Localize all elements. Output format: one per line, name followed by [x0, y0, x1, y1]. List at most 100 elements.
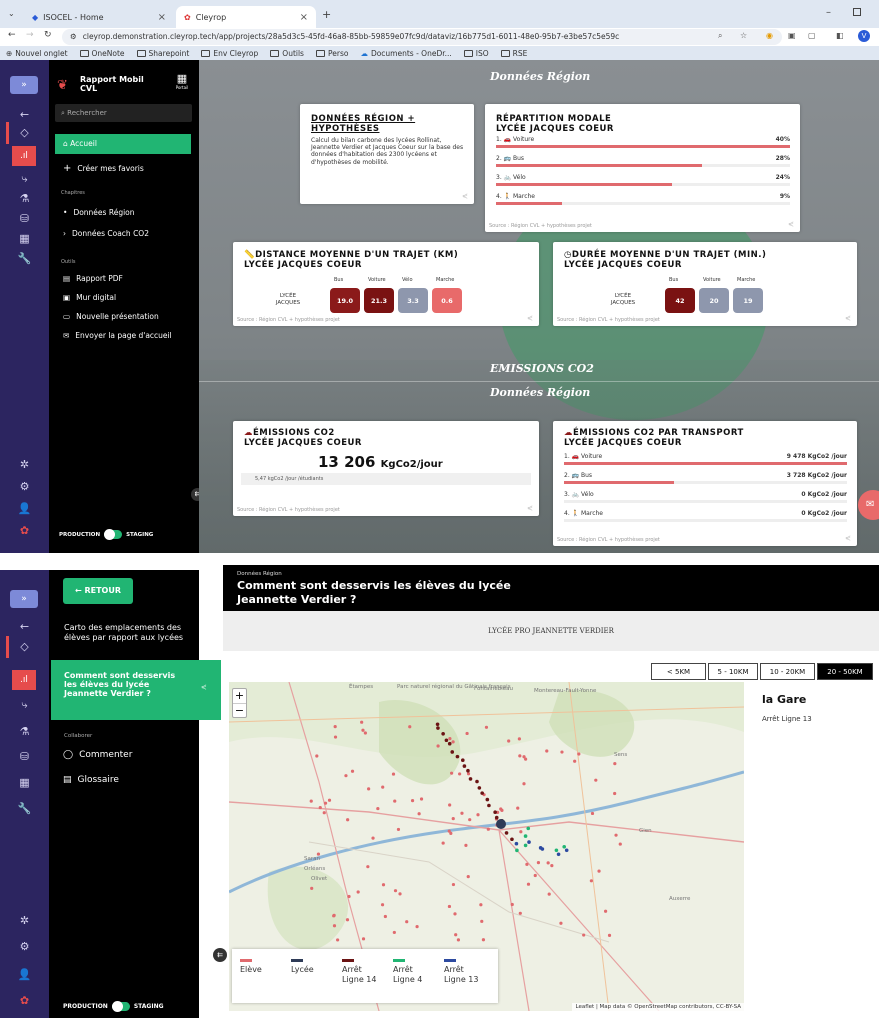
student-point[interactable]	[361, 728, 365, 732]
grid-icon[interactable]: ▦	[0, 776, 49, 789]
browser-tab-cleyrop[interactable]: ✿ Cleyrop ×	[176, 6, 316, 28]
student-point[interactable]	[536, 861, 541, 865]
student-point[interactable]	[361, 937, 366, 941]
menu-favoris[interactable]: + Créer mes favoris	[63, 163, 144, 174]
student-point[interactable]	[507, 739, 511, 743]
student-point[interactable]	[405, 920, 409, 924]
share-icon[interactable]: ⋞	[527, 314, 533, 322]
student-point[interactable]	[323, 801, 328, 805]
student-point[interactable]	[398, 892, 402, 896]
share-icon[interactable]: ⋞	[527, 504, 533, 512]
student-point[interactable]	[456, 938, 461, 942]
student-point[interactable]	[448, 736, 452, 741]
stop-ligne14-point[interactable]	[447, 741, 452, 746]
student-point[interactable]	[524, 757, 528, 761]
student-point[interactable]	[499, 807, 503, 811]
student-point[interactable]	[510, 902, 514, 907]
student-point[interactable]	[393, 889, 398, 893]
student-point[interactable]	[454, 933, 458, 937]
stop-ligne14-point[interactable]	[468, 777, 473, 781]
stop-ligne13-point[interactable]	[527, 840, 531, 844]
nav-active-item[interactable]: Comment sont desservis les élèves du lyc…	[51, 660, 221, 720]
stop-ligne14-point[interactable]	[455, 754, 460, 759]
stop-ligne14-point[interactable]	[436, 726, 440, 730]
student-point[interactable]	[380, 903, 385, 907]
student-point[interactable]	[322, 811, 326, 815]
tool-rapport-pdf[interactable]: ▤ Rapport PDF	[63, 274, 123, 283]
bug-icon[interactable]: ✲	[0, 458, 49, 471]
stop-ligne4-point[interactable]	[562, 844, 567, 849]
student-point[interactable]	[589, 879, 593, 883]
bookmark-item[interactable]: Outils	[270, 49, 304, 58]
student-point[interactable]	[336, 938, 340, 942]
share-icon[interactable]: ⋞	[201, 683, 207, 691]
settings-icon[interactable]: ⚙	[0, 940, 49, 953]
student-point[interactable]	[310, 886, 314, 890]
student-point[interactable]	[415, 925, 419, 929]
zoom-out-button[interactable]: −	[233, 704, 246, 718]
stop-ligne14-point[interactable]	[485, 797, 490, 802]
sidebar-icon[interactable]: ◧	[836, 31, 844, 40]
student-point[interactable]	[451, 817, 455, 821]
profile-avatar[interactable]: V	[858, 30, 870, 42]
stop-ligne14-point[interactable]	[504, 831, 509, 835]
downloads-icon[interactable]: ▢	[808, 31, 816, 40]
stop-ligne13-point[interactable]	[564, 848, 569, 853]
flask-icon[interactable]: ⚗	[0, 725, 49, 738]
close-tab-icon[interactable]: ×	[158, 12, 166, 23]
student-point[interactable]	[453, 912, 457, 916]
student-point[interactable]	[590, 811, 595, 816]
zoom-in-button[interactable]: +	[233, 689, 246, 704]
back-arrow-icon[interactable]: ←	[0, 620, 49, 633]
new-tab-icon[interactable]: +	[322, 8, 331, 21]
chart-icon[interactable]: .ıl	[12, 146, 36, 166]
stop-ligne4-point[interactable]	[523, 843, 528, 848]
student-point[interactable]	[465, 731, 469, 736]
student-point[interactable]	[516, 806, 520, 810]
student-point[interactable]	[547, 892, 551, 896]
student-point[interactable]	[517, 737, 521, 741]
stop-ligne4-point[interactable]	[515, 848, 519, 853]
stop-ligne14-point[interactable]	[493, 810, 497, 814]
database-icon[interactable]: ⛁	[0, 750, 49, 763]
student-point[interactable]	[392, 930, 396, 935]
student-point[interactable]	[450, 771, 454, 775]
student-point[interactable]	[391, 772, 396, 776]
extension-icon[interactable]: ◉	[766, 31, 773, 40]
stop-ligne14-point[interactable]	[450, 750, 455, 754]
distance-tab[interactable]: 20 - 50KM	[817, 663, 873, 680]
portail-button[interactable]: ▦ Portail	[173, 72, 191, 90]
bookmark-item[interactable]: Env Cleyrop	[201, 49, 258, 58]
bookmark-item[interactable]: OneNote	[79, 49, 125, 58]
student-point[interactable]	[486, 827, 490, 831]
student-point[interactable]	[447, 829, 451, 833]
student-point[interactable]	[468, 818, 472, 822]
student-point[interactable]	[332, 914, 336, 918]
settings-icon[interactable]: ⚙	[0, 480, 49, 493]
env-switch[interactable]: PRODUCTION STAGING	[59, 529, 153, 540]
student-point[interactable]	[346, 818, 350, 822]
student-point[interactable]	[383, 914, 387, 919]
maximize-icon[interactable]	[853, 8, 861, 16]
commenter-button[interactable]: ◯ Commenter	[63, 750, 132, 760]
address-bar[interactable]: ⚙ cleyrop.demonstration.cleyrop.tech/app/…	[62, 29, 782, 45]
student-point[interactable]	[526, 882, 531, 886]
bookmark-star-icon[interactable]: ☆	[740, 31, 747, 40]
student-point[interactable]	[458, 772, 462, 776]
student-point[interactable]	[367, 787, 371, 791]
student-point[interactable]	[614, 833, 618, 837]
close-tab-icon[interactable]: ×	[300, 12, 308, 23]
student-point[interactable]	[451, 740, 455, 744]
student-point[interactable]	[480, 919, 484, 923]
stop-ligne14-point[interactable]	[475, 779, 479, 784]
route-icon[interactable]: ⤷	[0, 172, 49, 186]
student-point[interactable]	[618, 842, 622, 846]
student-point[interactable]	[333, 735, 338, 739]
student-point[interactable]	[332, 924, 337, 928]
student-point[interactable]	[518, 911, 522, 915]
flask-icon[interactable]: ⚗	[0, 192, 49, 205]
student-point[interactable]	[613, 791, 617, 796]
stop-ligne14-point[interactable]	[435, 722, 440, 727]
bookmark-item[interactable]: Sharepoint	[136, 49, 189, 58]
bookmark-item[interactable]: Perso	[315, 49, 348, 58]
